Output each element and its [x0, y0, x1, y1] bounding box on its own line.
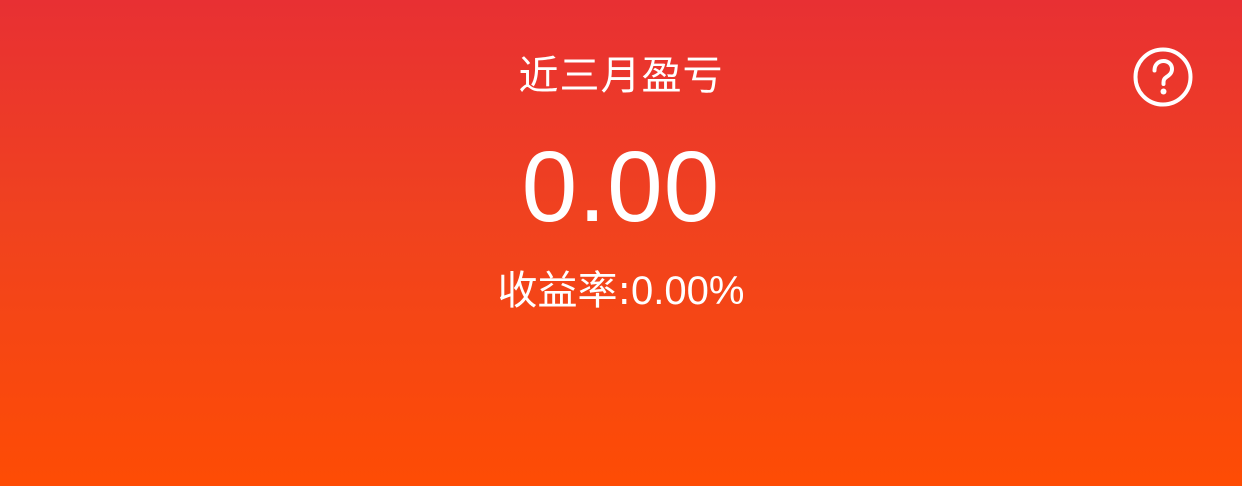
question-circle-icon — [1133, 47, 1193, 107]
profit-loss-header-panel: 近三月盈亏 0.00 收益率:0.00% — [0, 0, 1242, 486]
help-button[interactable] — [1133, 47, 1193, 107]
return-rate-value: 0.00% — [631, 269, 745, 313]
return-rate-label: 收益率: — [497, 268, 632, 314]
period-title: 近三月盈亏 — [518, 53, 724, 99]
profit-loss-amount: 0.00 — [521, 131, 721, 243]
return-rate: 收益率:0.00% — [0, 266, 1242, 316]
